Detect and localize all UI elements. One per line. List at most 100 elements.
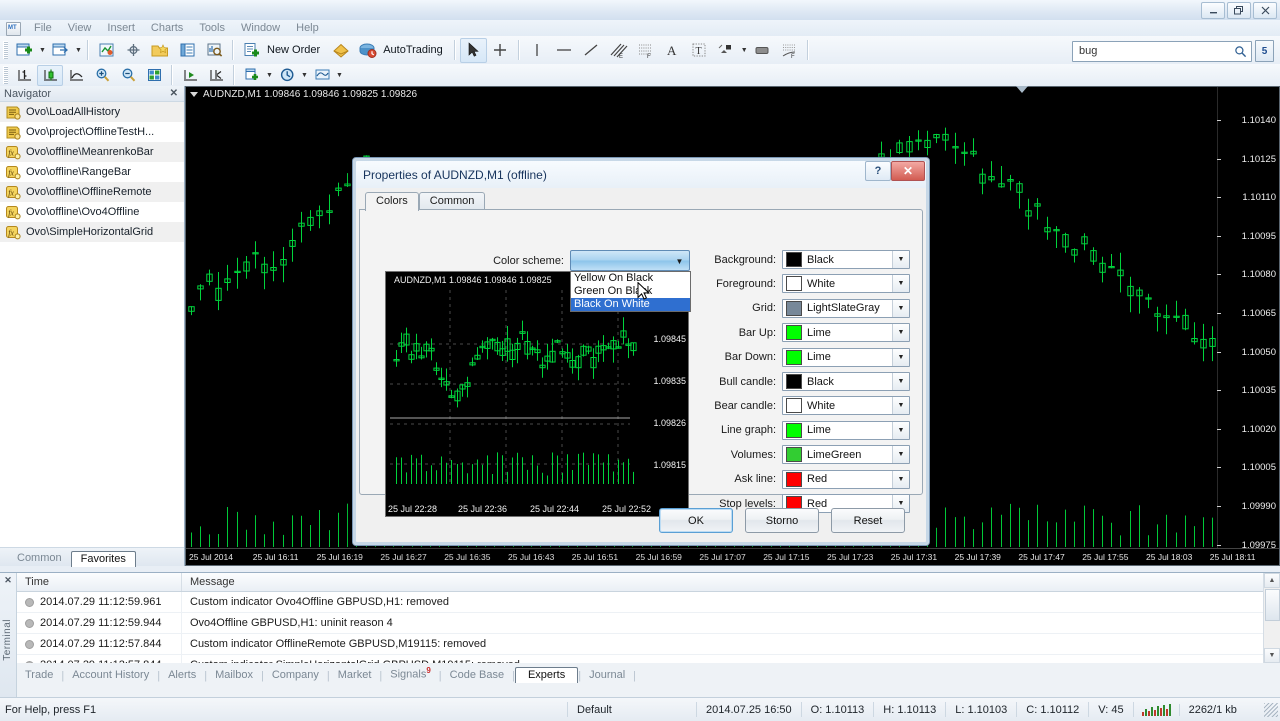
rectangle-icon[interactable] <box>749 38 776 63</box>
color-combo[interactable]: Lime ▼ <box>782 323 910 343</box>
terminal-tab-experts[interactable]: Experts <box>514 667 579 683</box>
terminal-scrollbar[interactable]: ▲ ▼ <box>1263 573 1280 663</box>
column-header-message[interactable]: Message <box>182 573 1264 591</box>
new-chart-dropdown-icon[interactable]: ▼ <box>38 39 47 62</box>
tile-windows-icon[interactable] <box>141 65 167 86</box>
terminal-tab-mailbox[interactable]: Mailbox <box>207 668 261 682</box>
color-combo[interactable]: Lime ▼ <box>782 347 910 367</box>
table-row[interactable]: 2014.07.29 11:12:57.844 Custom indicator … <box>17 634 1264 655</box>
new-chart-icon[interactable] <box>11 38 38 63</box>
cancel-button[interactable]: Storno <box>745 508 819 533</box>
indicators-dropdown-icon[interactable]: ▼ <box>265 64 274 87</box>
bar-chart-icon[interactable] <box>11 65 37 86</box>
fibo-fan-icon[interactable]: F <box>776 38 803 63</box>
table-row[interactable]: 2014.07.29 11:12:59.944 Ovo4Offline GBPUS… <box>17 613 1264 634</box>
new-order-icon[interactable] <box>238 38 265 63</box>
crosshair-icon[interactable] <box>487 38 514 63</box>
search-input[interactable] <box>1077 44 1234 58</box>
resize-grip[interactable] <box>1264 702 1278 717</box>
scheme-option-2[interactable]: Black On White <box>571 298 690 311</box>
color-combo[interactable]: White ▼ <box>782 396 910 416</box>
navigator-item-2[interactable]: fx Ovo\offline\MeanrenkoBar <box>0 142 184 162</box>
search-box[interactable] <box>1072 40 1252 62</box>
close-icon[interactable]: ✕ <box>170 88 180 99</box>
price-axis[interactable]: 1.10140 1.10125 1.10110 1.10095 1.10080 1.100… <box>1217 87 1279 565</box>
zoom-out-icon[interactable] <box>115 65 141 86</box>
help-icon[interactable]: ? <box>865 161 891 181</box>
scroll-thumb[interactable] <box>1265 589 1280 621</box>
horizontal-line-icon[interactable] <box>551 38 578 63</box>
color-combo[interactable]: Black ▼ <box>782 372 910 391</box>
autotrading-icon[interactable] <box>354 38 381 63</box>
menu-window[interactable]: Window <box>233 21 288 35</box>
scheme-option-0[interactable]: Yellow On Black <box>571 272 690 285</box>
color-scheme-dropdown-list[interactable]: Yellow On Black Green On Black Black On Wh… <box>570 271 691 312</box>
terminal-tab-alerts[interactable]: Alerts <box>160 668 204 682</box>
color-combo[interactable]: LightSlateGray ▼ <box>782 298 910 318</box>
color-combo[interactable]: White ▼ <box>782 274 910 294</box>
chevron-down-icon[interactable]: ▼ <box>892 470 909 488</box>
toolbar-grip[interactable] <box>3 66 8 84</box>
new-order-label[interactable]: New Order <box>265 44 327 56</box>
equidistant-channel-icon[interactable]: E <box>605 38 632 63</box>
reset-button[interactable]: Reset <box>831 508 905 533</box>
menu-insert[interactable]: Insert <box>99 21 143 35</box>
auto-scroll-icon[interactable] <box>177 65 203 86</box>
chevron-down-icon[interactable]: ▼ <box>892 373 909 390</box>
chevron-down-icon[interactable]: ▼ <box>892 348 909 366</box>
navigator-item-3[interactable]: fx Ovo\offline\RangeBar <box>0 162 184 182</box>
terminal-tab-account-history[interactable]: Account History <box>64 668 157 682</box>
strategy-tester-icon[interactable] <box>201 38 228 63</box>
period-dropdown-icon[interactable]: ▼ <box>300 64 309 87</box>
market-watch-icon[interactable] <box>93 38 120 63</box>
column-header-time[interactable]: Time <box>17 573 182 591</box>
templates-icon[interactable] <box>309 65 335 86</box>
text-icon[interactable]: A <box>659 38 686 63</box>
navigator-tab-common[interactable]: Common <box>8 551 71 566</box>
table-row[interactable]: 2014.07.29 11:12:57.844 Custom indicator … <box>17 655 1264 663</box>
color-combo[interactable]: Black ▼ <box>782 250 910 269</box>
close-icon[interactable]: ✕ <box>0 573 16 586</box>
color-scheme-combo[interactable]: ▼ <box>570 250 690 271</box>
color-combo[interactable]: LimeGreen ▼ <box>782 445 910 465</box>
chevron-down-icon[interactable]: ▼ <box>672 254 687 268</box>
profiles-dropdown-icon[interactable]: ▼ <box>74 39 83 62</box>
text-label-icon[interactable]: T <box>686 38 713 63</box>
chevron-down-icon[interactable]: ▼ <box>892 299 909 317</box>
zoom-in-icon[interactable] <box>89 65 115 86</box>
navigator-tab-favorites[interactable]: Favorites <box>70 551 136 567</box>
toolbar-grip[interactable] <box>3 41 8 59</box>
candlestick-icon[interactable] <box>37 64 63 86</box>
chevron-down-icon[interactable]: ▼ <box>892 251 909 268</box>
navigator-item-4[interactable]: fx Ovo\offline\OfflineRemote <box>0 182 184 202</box>
chevron-down-icon[interactable]: ▼ <box>892 397 909 415</box>
indicators-icon[interactable] <box>239 65 265 86</box>
vertical-line-icon[interactable] <box>524 38 551 63</box>
search-icon[interactable] <box>1234 45 1247 58</box>
menu-view[interactable]: View <box>60 21 100 35</box>
trendline-icon[interactable] <box>578 38 605 63</box>
profiles-icon[interactable] <box>47 38 74 63</box>
navigator-item-0[interactable]: Ovo\LoadAllHistory <box>0 102 184 122</box>
terminal-tab-company[interactable]: Company <box>264 668 327 682</box>
metaeditor-icon[interactable] <box>327 38 354 63</box>
dialog-tab-common[interactable]: Common <box>418 192 486 210</box>
chevron-down-icon[interactable]: ▼ <box>892 324 909 342</box>
autotrading-label[interactable]: AutoTrading <box>381 44 450 56</box>
dialog-tab-colors[interactable]: Colors <box>365 192 419 211</box>
fibonacci-icon[interactable]: F <box>632 38 659 63</box>
period-icon[interactable] <box>274 65 300 86</box>
close-button[interactable] <box>1253 2 1277 19</box>
navigator-icon[interactable] <box>147 38 174 63</box>
terminal-icon[interactable] <box>174 38 201 63</box>
dialog-close-button[interactable]: ✕ <box>891 161 925 181</box>
scroll-up-icon[interactable]: ▲ <box>1264 573 1280 588</box>
chevron-down-icon[interactable]: ▼ <box>892 446 909 464</box>
templates-dropdown-icon[interactable]: ▼ <box>335 64 344 87</box>
chevron-down-icon[interactable]: ▼ <box>892 275 909 293</box>
chart-shift-icon[interactable] <box>203 65 229 86</box>
menu-charts[interactable]: Charts <box>143 21 191 35</box>
data-window-icon[interactable] <box>120 38 147 63</box>
menu-tools[interactable]: Tools <box>191 21 233 35</box>
table-row[interactable]: 2014.07.29 11:12:59.961 Custom indicator … <box>17 592 1264 613</box>
